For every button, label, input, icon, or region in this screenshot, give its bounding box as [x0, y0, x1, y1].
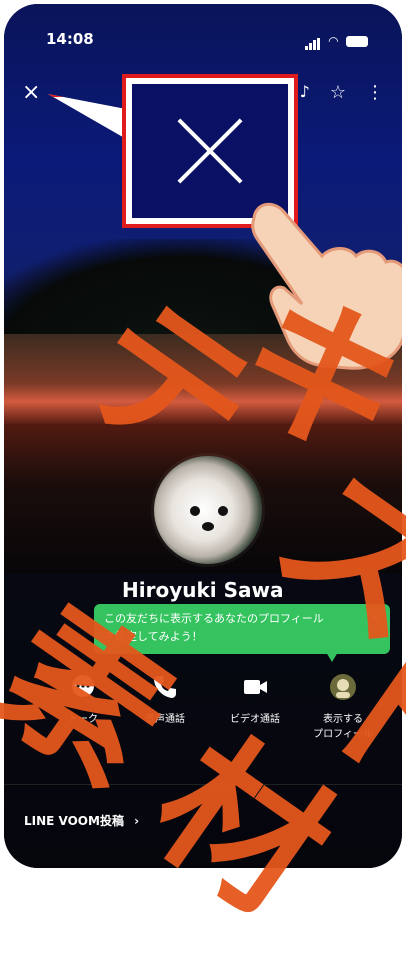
profile-name: Hiroyuki Sawa — [122, 578, 284, 602]
chat-icon — [72, 675, 94, 697]
video-icon — [244, 680, 267, 694]
top-right-actions: ♪ ☆ ⋮ — [300, 82, 384, 103]
voice-call-action[interactable]: 音声通話 — [122, 672, 208, 725]
signal-icon — [304, 32, 321, 50]
display-profile-action[interactable]: 表示する プロフィール — [300, 672, 386, 740]
video-call-action[interactable]: ビデオ通話 — [212, 672, 298, 725]
voice-call-label: 音声通話 — [145, 714, 185, 725]
avatar-eye-left — [190, 506, 200, 516]
section-divider — [4, 784, 402, 785]
avatar[interactable] — [154, 456, 262, 564]
banner-text-line1: この友だちに表示するあなたのプロフィール — [104, 612, 324, 625]
close-icon[interactable]: × — [22, 80, 40, 105]
video-call-label: ビデオ通話 — [230, 714, 280, 725]
profile-actions: トーク 音声通話 ビデオ通話 表示する プロフィール — [4, 672, 402, 752]
profile-avatar-icon — [330, 674, 356, 700]
status-icons: ◠ — [304, 32, 368, 50]
chat-action[interactable]: トーク — [40, 672, 126, 725]
banner-close-button[interactable]: × — [369, 610, 380, 628]
status-bar: 14:08 ◠ — [4, 30, 402, 50]
profile-suggestion-banner[interactable]: この友だちに表示するあなたのプロフィール を設定してみよう！ × — [94, 604, 390, 654]
phone-icon — [154, 676, 176, 698]
star-icon[interactable]: ☆ — [330, 82, 346, 103]
status-time: 14:08 — [46, 30, 94, 48]
music-icon[interactable]: ♪ — [300, 82, 310, 103]
chat-label: トーク — [68, 714, 98, 725]
line-voom-link[interactable]: LINE VOOM投稿 › — [24, 812, 139, 829]
wifi-icon: ◠ — [328, 34, 338, 48]
chevron-right-icon: › — [134, 814, 140, 828]
banner-text-line2: を設定してみよう！ — [104, 630, 203, 643]
more-icon[interactable]: ⋮ — [366, 82, 384, 103]
display-profile-label-line1: 表示する — [323, 714, 363, 725]
avatar-nose — [202, 522, 214, 531]
battery-icon — [346, 35, 368, 47]
display-profile-label-line2: プロフィール — [313, 729, 373, 740]
avatar-eye-right — [218, 506, 228, 516]
close-icon — [170, 111, 250, 191]
pointing-hand-icon — [251, 202, 402, 370]
phone-screen: 14:08 ◠ × ♪ ☆ ⋮ Hiroyuki Sawa この友だちに表示する — [4, 4, 402, 868]
voom-label: LINE VOOM投稿 — [24, 814, 124, 828]
